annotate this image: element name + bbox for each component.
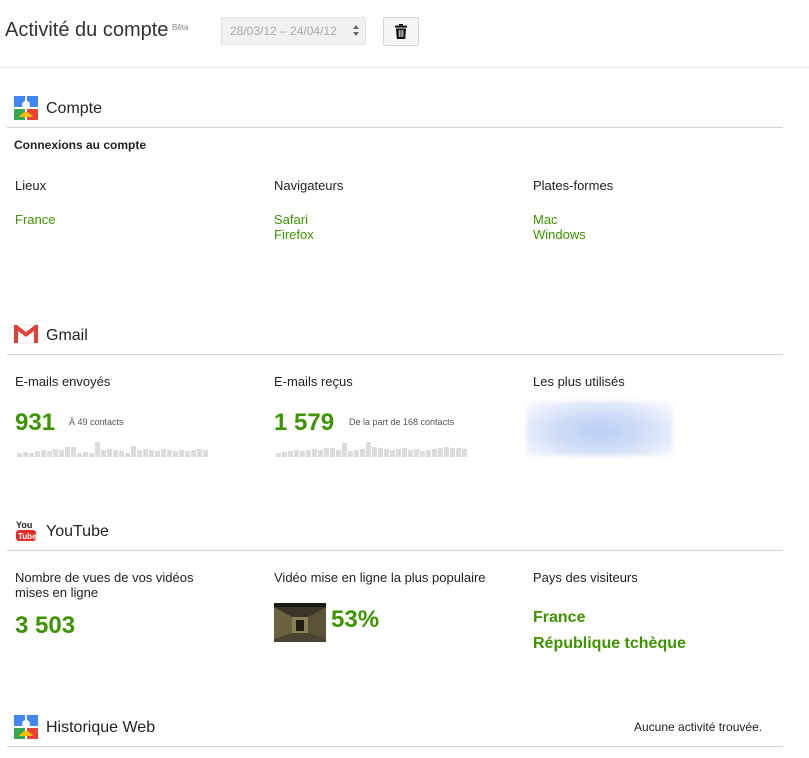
browser-link[interactable]: Safari — [274, 212, 308, 227]
emails-sent-sparkline — [17, 441, 208, 457]
svg-text:Tube: Tube — [18, 532, 37, 541]
youtube-icon: You Tube — [16, 520, 37, 541]
emails-received-contacts: De la part de 168 contacts — [349, 417, 455, 427]
visitor-country-link[interactable]: France — [533, 609, 585, 627]
emails-received-label: E-mails reçus — [274, 374, 353, 389]
account-connections-heading: Connexions au compte — [14, 138, 147, 152]
google-account-icon — [14, 96, 38, 120]
blurred-contacts — [526, 401, 673, 456]
section-divider — [7, 354, 783, 355]
delete-button[interactable] — [383, 17, 419, 46]
section-title-youtube: YouTube — [46, 523, 109, 540]
emails-sent-count: 931 — [15, 409, 56, 436]
popular-video-label: Vidéo mise en ligne la plus populaire — [274, 570, 486, 585]
section-title-web-history: Historique Web — [46, 719, 156, 736]
date-range-select[interactable]: 28/03/12 – 24/04/12 — [221, 17, 366, 45]
video-views-label: Nombre de vues de vos vidéos mises en li… — [15, 570, 194, 600]
browsers-label: Navigateurs — [274, 178, 344, 193]
popular-video-percent: 53% — [331, 606, 380, 633]
header-divider — [0, 67, 809, 68]
google-account-icon — [14, 715, 38, 739]
emails-sent-contacts: À 49 contacts — [69, 417, 124, 427]
section-title-gmail: Gmail — [46, 327, 88, 344]
section-divider — [7, 746, 783, 747]
most-used-label: Les plus utilisés — [533, 374, 625, 389]
section-divider — [7, 550, 783, 551]
beta-badge: Bêta — [172, 23, 189, 32]
video-thumbnail[interactable] — [274, 603, 326, 642]
platform-link[interactable]: Mac — [533, 212, 558, 227]
locations-label: Lieux — [15, 178, 47, 193]
section-divider — [7, 127, 783, 128]
trash-icon — [395, 24, 407, 39]
visitor-country-link[interactable]: République tchèque — [533, 635, 686, 653]
platform-link[interactable]: Windows — [533, 227, 586, 242]
browser-link[interactable]: Firefox — [274, 227, 314, 242]
video-views-count: 3 503 — [15, 612, 76, 639]
gmail-icon — [14, 324, 38, 344]
page-title: Activité du compte — [5, 19, 169, 41]
section-title-account: Compte — [46, 100, 103, 117]
visitor-countries-label: Pays des visiteurs — [533, 570, 638, 585]
svg-text:You: You — [16, 520, 32, 530]
updown-arrows-icon — [353, 25, 360, 37]
emails-received-sparkline — [276, 441, 467, 457]
web-history-status: Aucune activité trouvée. — [634, 720, 763, 734]
location-link[interactable]: France — [15, 212, 55, 227]
date-range-value: 28/03/12 – 24/04/12 — [230, 24, 337, 38]
platforms-label: Plates-formes — [533, 178, 614, 193]
emails-received-count: 1 579 — [274, 409, 335, 436]
emails-sent-label: E-mails envoyés — [15, 374, 111, 389]
